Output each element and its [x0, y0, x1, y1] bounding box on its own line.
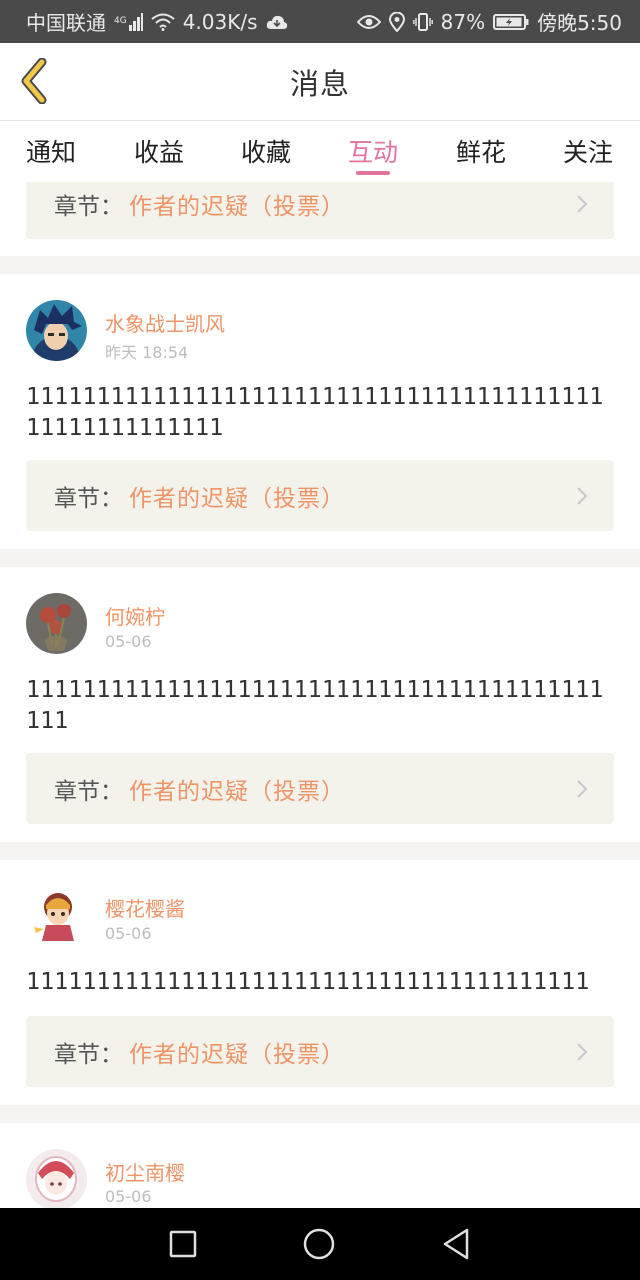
chapter-label: 章节：: [54, 1041, 123, 1068]
active-tab-indicator: [356, 171, 390, 175]
message-list[interactable]: 章节： 作者的迟疑（投票） 水象战士凯风 昨天 18:54 1111111111…: [0, 182, 640, 1208]
cloud-icon: [266, 14, 288, 30]
triangle-back-icon: [443, 1228, 469, 1260]
avatar[interactable]: [26, 885, 87, 946]
signal-icon: 4G: [114, 12, 143, 31]
back-button[interactable]: [14, 57, 54, 105]
chapter-title: 作者的迟疑（投票）: [129, 485, 345, 512]
tab-interactions[interactable]: 互动: [348, 133, 398, 169]
app-header: 消息: [0, 43, 640, 120]
chevron-right-icon: [577, 780, 588, 798]
message-time: 昨天 18:54: [105, 343, 189, 362]
tab-flowers[interactable]: 鲜花: [456, 133, 506, 169]
tab-bar: 通知 收益 收藏 互动 鲜花 关注: [0, 121, 640, 182]
system-nav-bar: [0, 1208, 640, 1280]
vibrate-icon: [412, 12, 433, 32]
back-nav-button[interactable]: [440, 1228, 472, 1260]
avatar[interactable]: [26, 1149, 87, 1208]
chevron-right-icon: [577, 1043, 588, 1061]
username[interactable]: 何婉柠: [105, 601, 165, 630]
page-title: 消息: [289, 66, 350, 101]
chapter-label: 章节：: [54, 485, 123, 512]
status-bar: 中国联通 4G 4.03K/s 87% 傍晚5:50: [0, 0, 640, 43]
clock: 傍晚5:50: [537, 11, 622, 35]
message-time: 05-06: [105, 1187, 152, 1206]
username[interactable]: 樱花樱酱: [105, 893, 185, 922]
tab-favorites[interactable]: 收藏: [241, 133, 291, 169]
comment-text: 1111111111111111111111111111111111111111: [26, 967, 590, 995]
chapter-title: 作者的迟疑（投票）: [129, 1041, 345, 1068]
wifi-icon: [151, 13, 175, 31]
chapter-link[interactable]: 章节： 作者的迟疑（投票）: [26, 1016, 614, 1087]
list-separator: [0, 549, 640, 567]
chapter-title: 作者的迟疑（投票）: [129, 778, 345, 805]
list-separator: [0, 842, 640, 860]
carrier-label: 中国联通: [26, 11, 106, 35]
circle-icon: [303, 1228, 335, 1260]
chapter-label: 章节：: [54, 778, 123, 805]
message-time: 05-06: [105, 924, 152, 943]
chapter-title: 作者的迟疑（投票）: [129, 193, 345, 220]
chapter-link[interactable]: 章节： 作者的迟疑（投票）: [26, 753, 614, 824]
chapter-link[interactable]: 章节： 作者的迟疑（投票）: [26, 460, 614, 531]
comment-text: 1111111111111111111111111111111111111111…: [26, 675, 604, 734]
chevron-right-icon: [577, 195, 588, 213]
eye-icon: [356, 14, 381, 30]
avatar[interactable]: [26, 593, 87, 654]
tab-notifications[interactable]: 通知: [26, 133, 76, 169]
square-icon: [169, 1230, 197, 1258]
chapter-link[interactable]: 章节： 作者的迟疑（投票）: [26, 182, 614, 239]
avatar[interactable]: [26, 300, 87, 361]
chevron-right-icon: [577, 487, 588, 505]
location-icon: [388, 11, 405, 32]
battery-icon: [493, 13, 529, 31]
list-separator: [0, 256, 640, 274]
message-time: 05-06: [105, 632, 152, 651]
tab-following[interactable]: 关注: [563, 133, 613, 169]
tab-earnings[interactable]: 收益: [134, 133, 184, 169]
recent-apps-button[interactable]: [167, 1228, 199, 1260]
username[interactable]: 初尘南樱: [105, 1157, 185, 1186]
battery-percent: 87%: [440, 9, 486, 34]
username[interactable]: 水象战士凯风: [105, 308, 225, 337]
chapter-label: 章节：: [54, 193, 123, 220]
comment-text: 1111111111111111111111111111111111111111…: [26, 382, 604, 441]
list-separator: [0, 1105, 640, 1123]
back-arrow-icon: [21, 58, 47, 104]
net-speed: 4.03K/s: [182, 9, 258, 34]
home-button[interactable]: [303, 1228, 335, 1260]
